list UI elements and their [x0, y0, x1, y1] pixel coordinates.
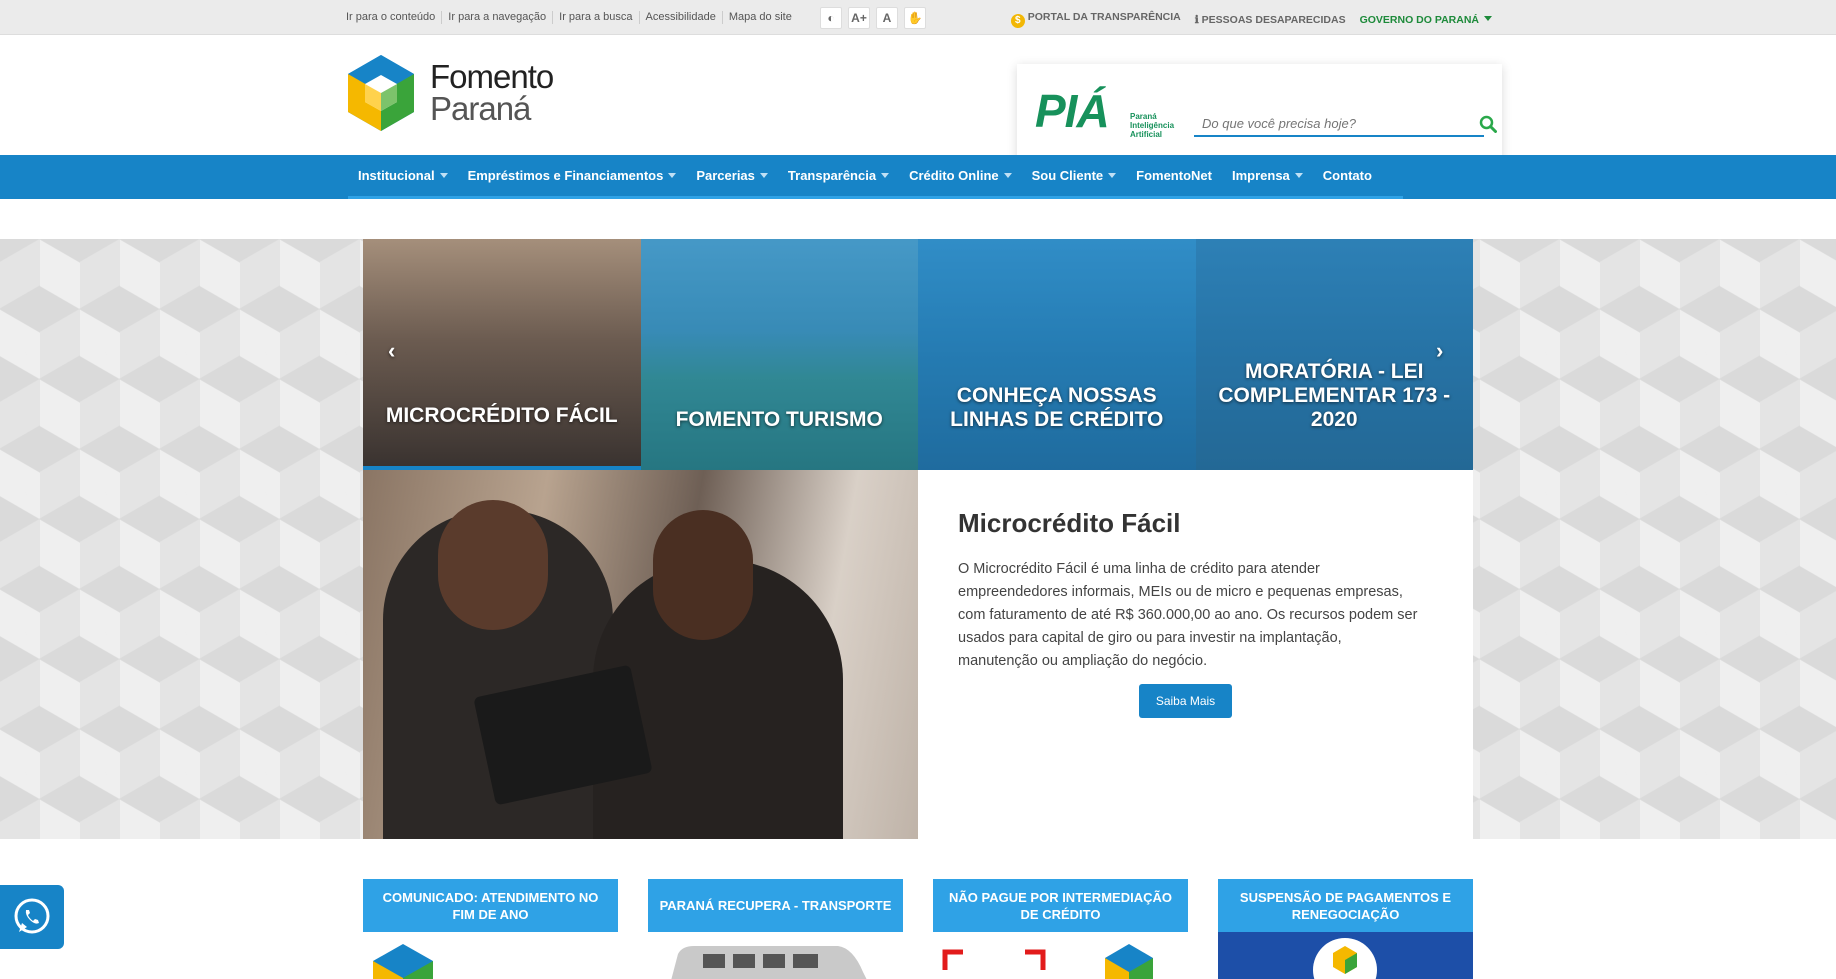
- carousel-prev-arrow-icon[interactable]: ‹: [388, 338, 395, 364]
- nav-label: Parcerias: [696, 168, 755, 183]
- nav-item-imprensa[interactable]: Imprensa: [1222, 155, 1313, 196]
- nav-label: Transparência: [787, 168, 877, 183]
- pia-subtitle: Paraná Inteligência Artificial: [1130, 112, 1174, 139]
- nav-label: Sou Cliente: [1031, 168, 1104, 183]
- caret-down-icon: [759, 173, 768, 178]
- nav-item-sou-cliente[interactable]: Sou Cliente: [1022, 155, 1127, 196]
- main-navigation: Institucional Empréstimos e Financiament…: [0, 155, 1836, 199]
- caret-down-icon: [439, 173, 448, 178]
- accessibility-link[interactable]: Acessibilidade: [640, 11, 723, 24]
- accessibility-bar: Ir para o conteúdo Ir para a navegação I…: [0, 0, 1836, 35]
- slide-title: MICROCRÉDITO FÁCIL: [385, 404, 618, 427]
- nav-item-fomentonet[interactable]: FomentoNet: [1126, 155, 1222, 196]
- caret-down-icon: [1294, 173, 1303, 178]
- news-cards: COMUNICADO: ATENDIMENTO NO FIM DE ANO PA…: [363, 879, 1473, 979]
- government-dropdown[interactable]: GOVERNO DO PARANÁ: [1360, 14, 1492, 26]
- transparency-portal-link[interactable]: $ PORTAL DA TRANSPARÊNCIA: [1010, 11, 1181, 28]
- contrast-icon[interactable]: ◐: [820, 7, 842, 29]
- nav-item-credito-online[interactable]: Crédito Online: [899, 155, 1022, 196]
- nav-item-parcerias[interactable]: Parcerias: [686, 155, 778, 196]
- accessibility-tools: ◐ A+ A ✋: [820, 7, 926, 29]
- caret-down-icon: [1108, 173, 1117, 178]
- logo-line1: Fomento: [430, 58, 554, 95]
- skip-to-nav-link[interactable]: Ir para a navegação: [442, 11, 554, 24]
- whatsapp-icon: [14, 898, 50, 934]
- pia-sub3: Artificial: [1130, 130, 1163, 139]
- carousel-slide-linhas-credito[interactable]: CONHEÇA NOSSAS LINHAS DE CRÉDITO: [918, 239, 1196, 470]
- feature-panel: Microcrédito Fácil O Microcrédito Fácil …: [918, 470, 1473, 839]
- nav-item-contato[interactable]: Contato: [1313, 155, 1382, 196]
- feature-title: Microcrédito Fácil: [958, 508, 1181, 538]
- sitemap-link[interactable]: Mapa do site: [723, 11, 798, 24]
- government-links: $ PORTAL DA TRANSPARÊNCIA ℹ PESSOAS DESAP…: [1010, 11, 1492, 28]
- feature-image: [363, 470, 918, 839]
- font-reset-button[interactable]: A: [876, 7, 898, 29]
- pia-sub1: Paraná: [1130, 112, 1157, 121]
- slide-title: CONHEÇA NOSSAS LINHAS DE CRÉDITO: [950, 384, 1164, 431]
- carousel-slide-turismo[interactable]: FOMENTO TURISMO: [640, 239, 918, 470]
- caret-down-icon: [668, 173, 677, 178]
- skip-to-search-link[interactable]: Ir para a busca: [553, 11, 640, 24]
- slide-title: MORATÓRIA - LEI COMPLEMENTAR 173 - 2020: [1218, 360, 1451, 431]
- carousel-thumbnails: MICROCRÉDITO FÁCIL FOMENTO TURISMO CONHE…: [363, 239, 1473, 470]
- card-title: NÃO PAGUE POR INTERMEDIAÇÃO DE CRÉDITO: [933, 879, 1188, 932]
- card-image: [648, 932, 903, 979]
- card-title: COMUNICADO: ATENDIMENTO NO FIM DE ANO: [363, 879, 618, 932]
- hexagon-logo-icon: [348, 55, 414, 131]
- logo-line2: Paraná: [430, 90, 531, 127]
- missing-persons-link[interactable]: ℹ PESSOAS DESAPARECIDAS: [1195, 14, 1346, 26]
- pia-logo[interactable]: PIÁ: [1035, 84, 1110, 138]
- carousel-slide-moratoria[interactable]: MORATÓRIA - LEI COMPLEMENTAR 173 - 2020: [1195, 239, 1473, 470]
- search-button[interactable]: [1477, 113, 1499, 135]
- site-header: Fomento Paraná PIÁ Paraná Inteligência A…: [0, 35, 1836, 164]
- nav-item-emprestimos[interactable]: Empréstimos e Financiamentos: [458, 155, 687, 196]
- nav-item-transparencia[interactable]: Transparência: [778, 155, 899, 196]
- van-icon: [671, 946, 867, 979]
- card-title: PARANÁ RECUPERA - TRANSPORTE: [648, 879, 903, 932]
- pia-sub2: Inteligência: [1130, 121, 1175, 130]
- warning-frame-icon: [942, 944, 1153, 979]
- slide-title: FOMENTO TURISMO: [675, 408, 883, 431]
- card-comunicado[interactable]: COMUNICADO: ATENDIMENTO NO FIM DE ANO: [363, 879, 618, 979]
- fomento-badge-icon: [1313, 938, 1377, 979]
- nav-label: Empréstimos e Financiamentos: [467, 168, 664, 183]
- feature-description: O Microcrédito Fácil é uma linha de créd…: [958, 561, 1418, 669]
- font-increase-button[interactable]: A+: [848, 7, 870, 29]
- nav-label: Institucional: [358, 168, 435, 183]
- search-icon: [1479, 115, 1497, 133]
- caret-down-icon: [1484, 15, 1492, 21]
- search-input[interactable]: [1194, 111, 1484, 137]
- person-head: [438, 500, 548, 630]
- saiba-mais-button[interactable]: Saiba Mais: [1139, 684, 1232, 718]
- sign-language-icon[interactable]: ✋: [904, 7, 926, 29]
- caret-down-icon: [1003, 173, 1012, 178]
- card-parana-recupera[interactable]: PARANÁ RECUPERA - TRANSPORTE: [648, 879, 903, 979]
- transparency-portal-label: PORTAL DA TRANSPARÊNCIA: [1027, 11, 1181, 23]
- card-title: SUSPENSÃO DE PAGAMENTOS E RENEGOCIAÇÃO: [1218, 879, 1473, 932]
- card-intermediacao[interactable]: NÃO PAGUE POR INTERMEDIAÇÃO DE CRÉDITO: [933, 879, 1188, 979]
- nav-label: Crédito Online: [909, 168, 999, 183]
- carousel-slide-microcredito[interactable]: MICROCRÉDITO FÁCIL: [363, 239, 641, 470]
- card-suspensao[interactable]: SUSPENSÃO DE PAGAMENTOS E RENEGOCIAÇÃO: [1218, 879, 1473, 979]
- nav-item-institucional[interactable]: Institucional: [348, 155, 458, 196]
- government-label: GOVERNO DO PARANÁ: [1359, 13, 1479, 26]
- missing-persons-label: PESSOAS DESAPARECIDAS: [1201, 13, 1346, 26]
- carousel-next-arrow-icon[interactable]: ›: [1436, 338, 1443, 364]
- card-image: [363, 932, 618, 979]
- person-head: [653, 510, 753, 640]
- whatsapp-button[interactable]: [0, 885, 64, 949]
- card-image: [1218, 932, 1473, 979]
- accessibility-links: Ir para o conteúdo Ir para a navegação I…: [346, 11, 798, 24]
- nav-label: FomentoNet: [1136, 168, 1212, 183]
- card-image: [933, 932, 1188, 979]
- search-panel: PIÁ Paraná Inteligência Artificial: [1017, 64, 1502, 164]
- skip-to-content-link[interactable]: Ir para o conteúdo: [346, 11, 443, 24]
- nav-label: Imprensa: [1231, 168, 1290, 183]
- nav-label: Contato: [1322, 168, 1372, 183]
- fomento-logo-icon: [373, 944, 573, 979]
- coin-icon: $: [1010, 14, 1025, 28]
- fomento-parana-logo[interactable]: Fomento Paraná: [346, 53, 554, 133]
- caret-down-icon: [881, 173, 890, 178]
